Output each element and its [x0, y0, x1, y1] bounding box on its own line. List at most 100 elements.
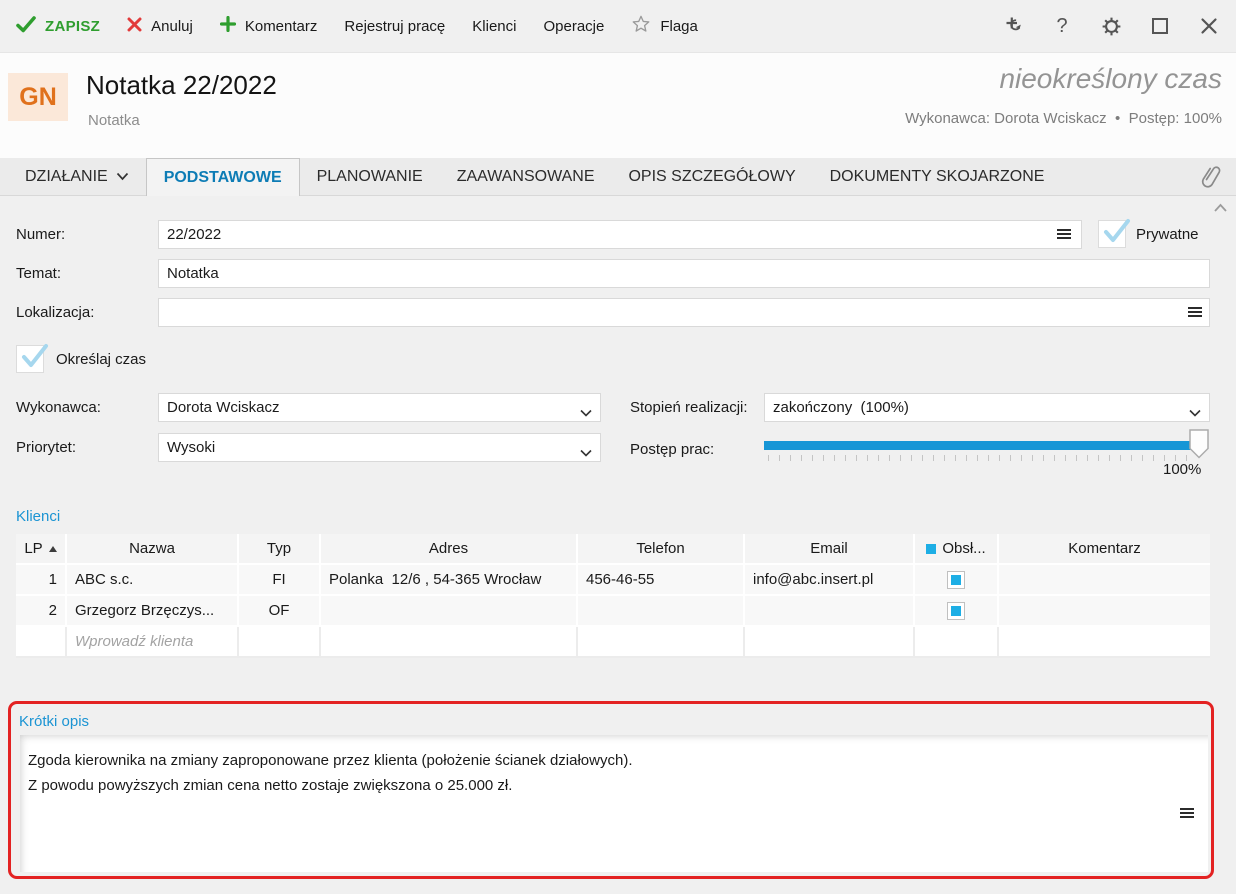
tab-planowanie[interactable]: PLANOWANIE: [300, 158, 440, 195]
numer-label: Numer:: [16, 226, 66, 243]
plus-icon: [219, 15, 236, 36]
tab-label: PLANOWANIE: [316, 167, 423, 185]
clients-section-label: Klienci: [16, 508, 61, 525]
tab-bar: DZIAŁANIE PODSTAWOWE PLANOWANIE ZAAWANSO…: [0, 158, 1236, 196]
register-work-button[interactable]: Rejestruj pracę: [344, 19, 445, 34]
tab-zaawansowane[interactable]: ZAAWANSOWANE: [440, 158, 612, 195]
maximize-icon[interactable]: [1149, 15, 1171, 37]
cell-email[interactable]: [744, 595, 915, 627]
stopien-realizacji-select[interactable]: zakończony (100%): [764, 393, 1210, 422]
obsl-checkbox[interactable]: [947, 601, 965, 620]
numer-input[interactable]: [158, 220, 1082, 249]
collapse-chevron-icon[interactable]: [1213, 200, 1228, 218]
cell-nazwa[interactable]: ABC s.c.: [66, 564, 239, 596]
page-subtitle: Notatka: [88, 112, 140, 129]
col-label: Obsł...: [942, 540, 986, 557]
table-header-row: LP Nazwa Typ Adres Telefon Email Obsł...…: [16, 534, 1210, 565]
document-header: GN Notatka 22/2022 Notatka nieokreślony …: [0, 52, 1236, 158]
cell-obsl[interactable]: [914, 595, 999, 627]
col-label: Telefon: [636, 540, 685, 557]
cell-komentarz[interactable]: [998, 564, 1210, 596]
gear-icon[interactable]: [1100, 15, 1122, 37]
tab-podstawowe[interactable]: PODSTAWOWE: [145, 158, 300, 196]
cell-telefon[interactable]: [577, 626, 745, 658]
description-menu-icon[interactable]: [1180, 807, 1194, 819]
priorytet-select[interactable]: Wysoki: [158, 433, 601, 462]
toolbar: ZAPISZ Anuluj Komentarz Rejestruj pracę …: [0, 0, 1236, 52]
tab-opis-szczegolowy[interactable]: OPIS SZCZEGÓŁOWY: [611, 158, 812, 195]
cell-obsl[interactable]: [914, 564, 999, 596]
prywatne-checkbox[interactable]: [1098, 219, 1130, 248]
cell-telefon[interactable]: [577, 595, 745, 627]
flag-label: Flaga: [660, 17, 698, 35]
table-row[interactable]: 1 ABC s.c. FI Polanka 12/6 , 54-365 Wroc…: [16, 564, 1210, 596]
lokalizacja-menu-icon[interactable]: [1188, 306, 1202, 318]
wykonawca-select[interactable]: Dorota Wciskacz: [158, 393, 601, 422]
cell-obsl[interactable]: [914, 626, 999, 658]
col-header-typ[interactable]: Typ: [238, 534, 321, 565]
okreslaj-czas-label: Określaj czas: [56, 351, 147, 368]
cell-komentarz[interactable]: [998, 595, 1210, 627]
help-icon[interactable]: ?: [1051, 15, 1073, 37]
tab-dokumenty-skojarzone[interactable]: DOKUMENTY SKOJARZONE: [813, 158, 1062, 195]
col-header-lp[interactable]: LP: [16, 534, 67, 565]
short-description-textarea[interactable]: Zgoda kierownika na zmiany zaproponowane…: [20, 735, 1208, 872]
temat-input[interactable]: [158, 259, 1210, 288]
cell-email[interactable]: [744, 626, 915, 658]
flag-button[interactable]: Flaga: [631, 14, 698, 38]
paperclip-icon[interactable]: [1185, 158, 1236, 195]
page-title: Notatka 22/2022: [86, 70, 277, 100]
cell-lp[interactable]: 2: [16, 595, 67, 627]
tab-label: ZAAWANSOWANE: [456, 167, 595, 185]
priorytet-value: Wysoki: [167, 439, 216, 456]
pin-icon[interactable]: [1002, 15, 1024, 37]
cell-telefon[interactable]: 456-46-55: [577, 564, 745, 596]
chevron-down-icon: [580, 404, 592, 421]
col-header-obsl[interactable]: Obsł...: [914, 534, 999, 565]
operations-button[interactable]: Operacje: [543, 19, 604, 34]
short-description-section: Krótki opis Zgoda kierownika na zmiany z…: [8, 701, 1214, 879]
header-meta: Wykonawca: Dorota Wciskacz • Postęp: 100…: [905, 110, 1222, 127]
cell-email[interactable]: info@abc.insert.pl: [744, 564, 915, 596]
register-work-label: Rejestruj pracę: [344, 17, 446, 35]
cell-adres[interactable]: [320, 595, 578, 627]
okreslaj-czas-checkbox[interactable]: [16, 344, 48, 373]
table-row[interactable]: 2 Grzegorz Brzęczys... OF: [16, 595, 1210, 627]
checked-fill: [951, 605, 961, 616]
description-line: Z powodu powyższych zmian cena netto zos…: [28, 777, 513, 794]
tab-label: PODSTAWOWE: [163, 168, 282, 186]
clients-button[interactable]: Klienci: [472, 19, 516, 34]
window-controls: ?: [1002, 15, 1220, 37]
col-header-komentarz[interactable]: Komentarz: [998, 534, 1210, 565]
numer-menu-icon[interactable]: [1057, 228, 1071, 240]
cancel-button[interactable]: Anuluj: [127, 17, 193, 36]
table-new-row[interactable]: Wprowadź klienta: [16, 626, 1210, 658]
cell-typ[interactable]: [238, 626, 321, 658]
progress-slider-track[interactable]: [764, 441, 1194, 450]
col-header-telefon[interactable]: Telefon: [577, 534, 745, 565]
tab-content: Numer: Prywatne Temat: Lokalizacja: Okre…: [0, 197, 1236, 894]
new-client-placeholder[interactable]: Wprowadź klienta: [66, 626, 239, 658]
col-header-adres[interactable]: Adres: [320, 534, 578, 565]
col-header-email[interactable]: Email: [744, 534, 915, 565]
comment-button[interactable]: Komentarz: [219, 15, 317, 36]
cell-nazwa[interactable]: Grzegorz Brzęczys...: [66, 595, 239, 627]
cell-typ[interactable]: OF: [238, 595, 321, 627]
col-header-nazwa[interactable]: Nazwa: [66, 534, 239, 565]
cell-adres[interactable]: [320, 626, 578, 658]
stopien-realizacji-label: Stopień realizacji:: [630, 399, 748, 416]
cell-komentarz[interactable]: [998, 626, 1210, 658]
cell-typ[interactable]: FI: [238, 564, 321, 596]
tab-dzialanie-menu[interactable]: DZIAŁANIE: [8, 158, 146, 195]
cell-adres[interactable]: Polanka 12/6 , 54-365 Wrocław: [320, 564, 578, 596]
lokalizacja-input[interactable]: [158, 298, 1210, 327]
wykonawca-label: Wykonawca:: [16, 399, 101, 416]
obsl-checkbox[interactable]: [947, 570, 965, 589]
cell-lp[interactable]: 1: [16, 564, 67, 596]
close-icon[interactable]: [1198, 15, 1220, 37]
cell-lp[interactable]: [16, 626, 67, 658]
operations-label: Operacje: [543, 17, 605, 35]
wykonawca-value: Dorota Wciskacz: [167, 399, 280, 416]
save-button[interactable]: ZAPISZ: [16, 15, 100, 37]
sort-asc-icon: [48, 545, 57, 552]
